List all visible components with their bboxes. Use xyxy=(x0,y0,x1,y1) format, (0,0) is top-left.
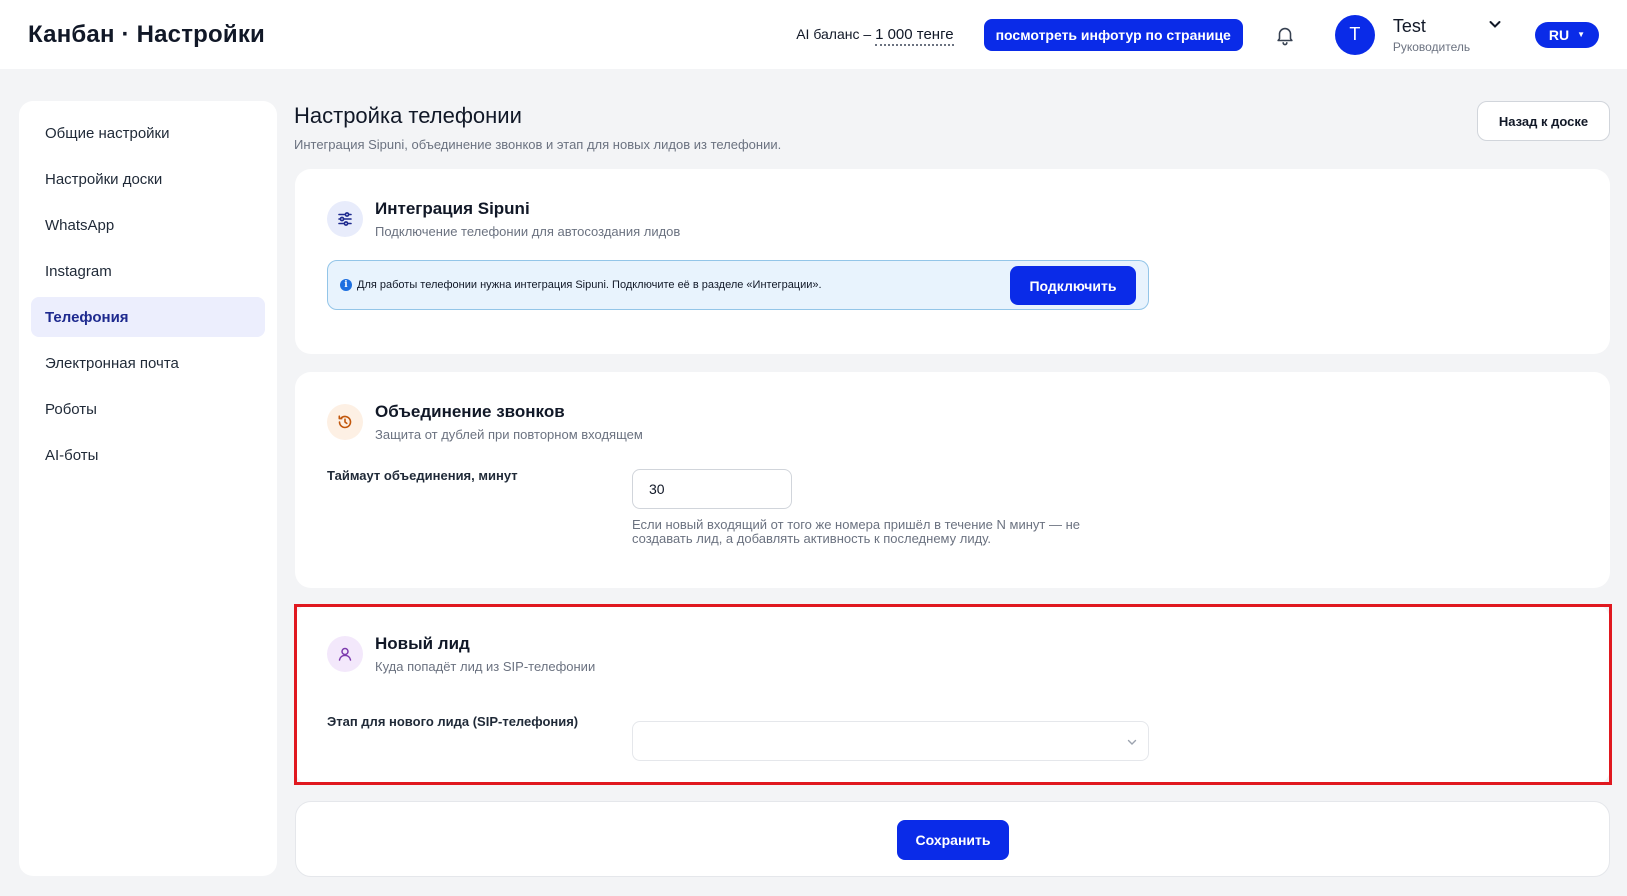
save-bar: Сохранить xyxy=(295,801,1610,877)
user-icon xyxy=(327,636,363,672)
new-lead-card-text: Новый лид Куда попадёт лид из SIP-телефо… xyxy=(375,634,595,674)
sipuni-card-header: Интеграция Sipuni Подключение телефонии … xyxy=(327,199,680,239)
sidebar-item-general[interactable]: Общие настройки xyxy=(31,113,265,153)
settings-sidebar: Общие настройки Настройки доски WhatsApp… xyxy=(19,101,277,876)
ai-balance-label: AI баланс – xyxy=(796,26,876,42)
sipuni-info-text: Для работы телефонии нужна интеграция Si… xyxy=(357,279,822,291)
info-icon: i xyxy=(340,279,352,291)
timeout-label: Таймаут объединения, минут xyxy=(327,468,518,483)
user-menu[interactable]: Test Руководитель xyxy=(1393,16,1477,54)
stage-label: Этап для нового лида (SIP-телефония) xyxy=(327,714,579,729)
history-icon xyxy=(327,404,363,440)
ai-balance-amount[interactable]: 1 000 тенге xyxy=(875,26,954,46)
timeout-help-text: Если новый входящий от того же номера пр… xyxy=(632,517,1080,546)
app-title: Канбан · Настройки xyxy=(28,20,266,48)
sidebar-item-whatsapp[interactable]: WhatsApp xyxy=(31,205,265,245)
sliders-icon xyxy=(327,201,363,237)
merge-calls-card: Объединение звонков Защита от дублей при… xyxy=(295,372,1610,588)
top-header: Канбан · Настройки AI баланс – 1 000 тен… xyxy=(0,0,1627,69)
sipuni-info-banner: i Для работы телефонии нужна интеграция … xyxy=(327,260,1149,310)
stage-select[interactable] xyxy=(632,721,1149,761)
sidebar-item-instagram[interactable]: Instagram xyxy=(31,251,265,291)
sipuni-description: Подключение телефонии для автосоздания л… xyxy=(375,224,681,239)
merge-title: Объединение звонков xyxy=(375,402,565,421)
page-title: Настройка телефонии xyxy=(294,103,522,128)
user-role: Руководитель xyxy=(1392,39,1471,54)
page-subtitle: Интеграция Sipuni, объединение звонков и… xyxy=(294,137,782,152)
sipuni-title: Интеграция Sipuni xyxy=(375,199,530,218)
new-lead-card-header: Новый лид Куда попадёт лид из SIP-телефо… xyxy=(327,634,595,674)
sidebar-item-board[interactable]: Настройки доски xyxy=(31,159,265,199)
merge-description: Защита от дублей при повторном входящем xyxy=(375,427,643,442)
connect-button[interactable]: Подключить xyxy=(1010,266,1136,305)
save-button[interactable]: Сохранить xyxy=(897,820,1009,860)
merge-card-header: Объединение звонков Защита от дублей при… xyxy=(327,402,643,442)
sidebar-item-email[interactable]: Электронная почта xyxy=(31,343,265,383)
new-lead-title: Новый лид xyxy=(375,634,470,653)
avatar[interactable]: T xyxy=(1334,14,1375,55)
sipuni-card: Интеграция Sipuni Подключение телефонии … xyxy=(295,169,1610,354)
new-lead-card: Новый лид Куда попадёт лид из SIP-телефо… xyxy=(295,604,1610,785)
language-label: RU xyxy=(1548,26,1570,43)
new-lead-description: Куда попадёт лид из SIP-телефонии xyxy=(375,659,596,674)
bell-icon[interactable] xyxy=(1273,23,1297,47)
sidebar-item-telephony[interactable]: Телефония xyxy=(31,297,265,337)
sipuni-card-text: Интеграция Sipuni Подключение телефонии … xyxy=(375,199,680,239)
header-right: AI баланс – 1 000 тенге посмотреть инфот… xyxy=(796,14,1599,55)
sidebar-item-robots[interactable]: Роботы xyxy=(31,389,265,429)
language-switcher[interactable]: RU ▼ xyxy=(1534,21,1599,48)
chevron-down-icon[interactable] xyxy=(1487,16,1503,32)
sidebar-item-ai-bots[interactable]: AI-боты xyxy=(31,435,265,475)
user-name: Test xyxy=(1392,15,1426,36)
chevron-down-icon xyxy=(1126,735,1138,747)
caret-down-icon: ▼ xyxy=(1577,30,1585,39)
ai-balance: AI баланс – 1 000 тенге xyxy=(796,26,954,46)
timeout-input[interactable]: 30 xyxy=(632,469,792,509)
back-to-board-button[interactable]: Назад к доске xyxy=(1477,101,1610,141)
merge-card-text: Объединение звонков Защита от дублей при… xyxy=(375,402,643,442)
info-tour-button[interactable]: посмотреть инфотур по странице xyxy=(983,18,1243,51)
